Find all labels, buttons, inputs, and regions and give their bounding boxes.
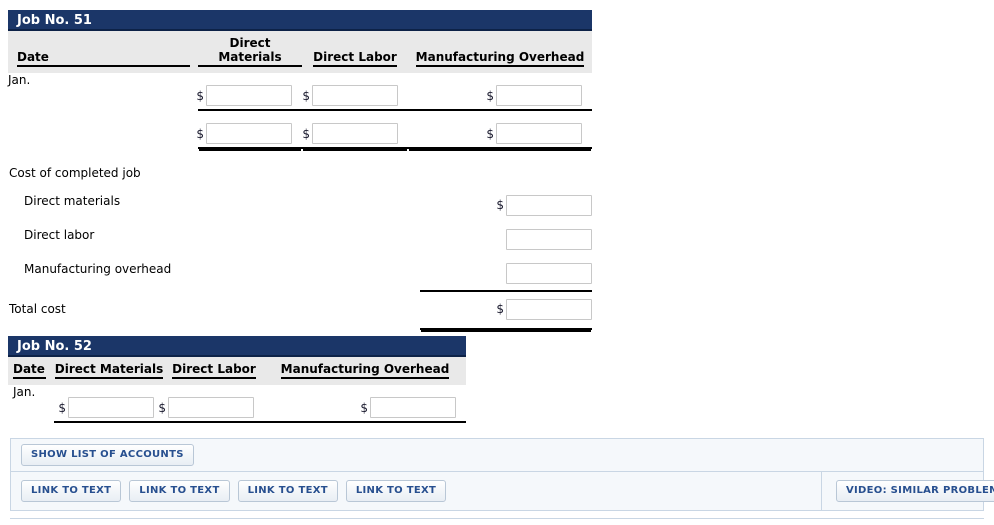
summary-label: Direct materials <box>24 194 121 208</box>
dollar-sign: $ <box>158 400 166 415</box>
job-51-block: Job No. 51 Date Direct Materials Direct … <box>8 10 592 149</box>
amount-cell: $ <box>302 123 408 149</box>
cell-direct-labor: $ <box>302 73 408 111</box>
action-panel-bottom-row: LINK TO TEXT LINK TO TEXT LINK TO TEXT L… <box>11 472 994 510</box>
amount-cell: $ <box>408 85 592 111</box>
column-header-direct-materials: Direct Materials <box>198 31 302 73</box>
dollar-sign: $ <box>496 198 504 212</box>
summary-manufacturing-overhead-input[interactable] <box>506 262 592 284</box>
table-row: $ $ $ <box>8 111 592 149</box>
amount-cell: $ <box>196 123 302 149</box>
job51-r1-direct-labor-input[interactable] <box>312 85 398 106</box>
dollar-sign: $ <box>58 400 66 415</box>
summary-row-manufacturing-overhead: Manufacturing overhead <box>0 256 600 292</box>
column-header-direct-materials: Direct Materials <box>54 357 164 385</box>
dollar-sign: $ <box>196 88 204 103</box>
table-row: Jan. $ $ $ <box>8 73 592 111</box>
summary-row-direct-materials: Direct materials $ <box>0 188 600 222</box>
column-header-date: Date <box>8 357 54 385</box>
action-panel: SHOW LIST OF ACCOUNTS LINK TO TEXT LINK … <box>10 438 994 511</box>
summary-heading-row: Cost of completed job <box>0 160 600 188</box>
job-52-header-row: Date Direct Materials Direct Labor Manuf… <box>8 357 466 385</box>
summary-value-cell <box>420 256 592 292</box>
dollar-sign: $ <box>302 88 310 103</box>
summary-row-total-cost: Total cost $ <box>0 290 600 330</box>
page-bottom-edge <box>10 518 984 525</box>
panel-vertical-divider <box>821 472 822 510</box>
row-date-label: Jan. <box>13 385 36 399</box>
job51-r2-direct-labor-input[interactable] <box>312 123 398 144</box>
link-to-text-button-2[interactable]: LINK TO TEXT <box>129 480 230 502</box>
dollar-sign: $ <box>196 126 204 141</box>
job51-r1-direct-materials-input[interactable] <box>206 85 292 106</box>
cell-direct-labor: $ <box>158 385 264 423</box>
summary-value-cell: $ <box>420 290 592 330</box>
amount-cell: $ <box>196 85 302 111</box>
dollar-sign: $ <box>360 400 368 415</box>
column-header-date: Date <box>8 31 198 73</box>
job-52-block: Job No. 52 Date Direct Materials Direct … <box>8 336 466 423</box>
row-date-label: Jan. <box>8 73 31 87</box>
row-date-label <box>8 111 198 149</box>
amount-cell: $ <box>54 397 164 423</box>
link-to-text-button-3[interactable]: LINK TO TEXT <box>237 480 338 502</box>
job-51-title: Job No. 51 <box>8 10 592 31</box>
dollar-sign: $ <box>486 126 494 141</box>
job-52-title: Job No. 52 <box>8 336 466 357</box>
action-panel-top-row: SHOW LIST OF ACCOUNTS <box>11 439 983 472</box>
cell-direct-materials: $ <box>196 73 302 111</box>
summary-row-direct-labor: Direct labor <box>0 222 600 256</box>
cell-manufacturing-overhead: $ <box>264 385 466 423</box>
column-header-manufacturing-overhead: Manufacturing Overhead <box>264 357 466 385</box>
job-51-header-row: Date Direct Materials Direct Labor Manuf… <box>8 31 592 73</box>
summary-label: Direct labor <box>24 228 95 242</box>
amount-cell: $ <box>408 123 592 149</box>
summary-label: Manufacturing overhead <box>24 262 172 276</box>
cell-manufacturing-overhead: $ <box>408 73 592 111</box>
summary-value-cell <box>420 222 592 256</box>
show-list-of-accounts-button[interactable]: SHOW LIST OF ACCOUNTS <box>21 444 194 466</box>
dollar-sign: $ <box>302 126 310 141</box>
job52-r1-direct-materials-input[interactable] <box>68 397 154 418</box>
cell-direct-labor: $ <box>302 111 408 149</box>
link-to-text-button-4[interactable]: LINK TO TEXT <box>345 480 447 502</box>
job51-r2-manufacturing-overhead-input[interactable] <box>496 123 582 144</box>
amount-cell: $ <box>158 397 264 423</box>
column-header-direct-labor: Direct Labor <box>164 357 264 385</box>
table-row: Jan. $ $ $ <box>8 385 466 423</box>
cost-of-completed-job-summary: Cost of completed job Direct materials $… <box>0 160 600 330</box>
job51-r2-direct-materials-input[interactable] <box>206 123 292 144</box>
summary-value-cell: $ <box>420 188 592 222</box>
link-to-text-button-1[interactable]: LINK TO TEXT <box>21 480 122 502</box>
summary-direct-labor-input[interactable] <box>506 228 592 250</box>
summary-total-cost-input[interactable] <box>506 298 592 320</box>
cell-direct-materials: $ <box>196 111 302 149</box>
summary-label: Total cost <box>9 302 66 316</box>
cell-manufacturing-overhead: $ <box>408 111 592 149</box>
job52-r1-manufacturing-overhead-input[interactable] <box>370 397 456 418</box>
dollar-sign: $ <box>486 88 494 103</box>
video-similar-problem-button[interactable]: VIDEO: SIMILAR PROBLEM <box>836 480 994 502</box>
column-header-manufacturing-overhead: Manufacturing Overhead <box>408 31 592 73</box>
summary-direct-materials-input[interactable] <box>506 194 592 216</box>
summary-heading: Cost of completed job <box>9 166 141 180</box>
job52-r1-direct-labor-input[interactable] <box>168 397 254 418</box>
amount-cell: $ <box>264 397 466 423</box>
job-52-table: Date Direct Materials Direct Labor Manuf… <box>8 357 466 423</box>
cell-direct-materials: $ <box>54 385 164 423</box>
amount-cell: $ <box>302 85 408 111</box>
column-header-direct-labor: Direct Labor <box>302 31 408 73</box>
job51-r1-manufacturing-overhead-input[interactable] <box>496 85 582 106</box>
dollar-sign: $ <box>496 302 504 316</box>
job-51-table: Date Direct Materials Direct Labor Manuf… <box>8 31 592 149</box>
